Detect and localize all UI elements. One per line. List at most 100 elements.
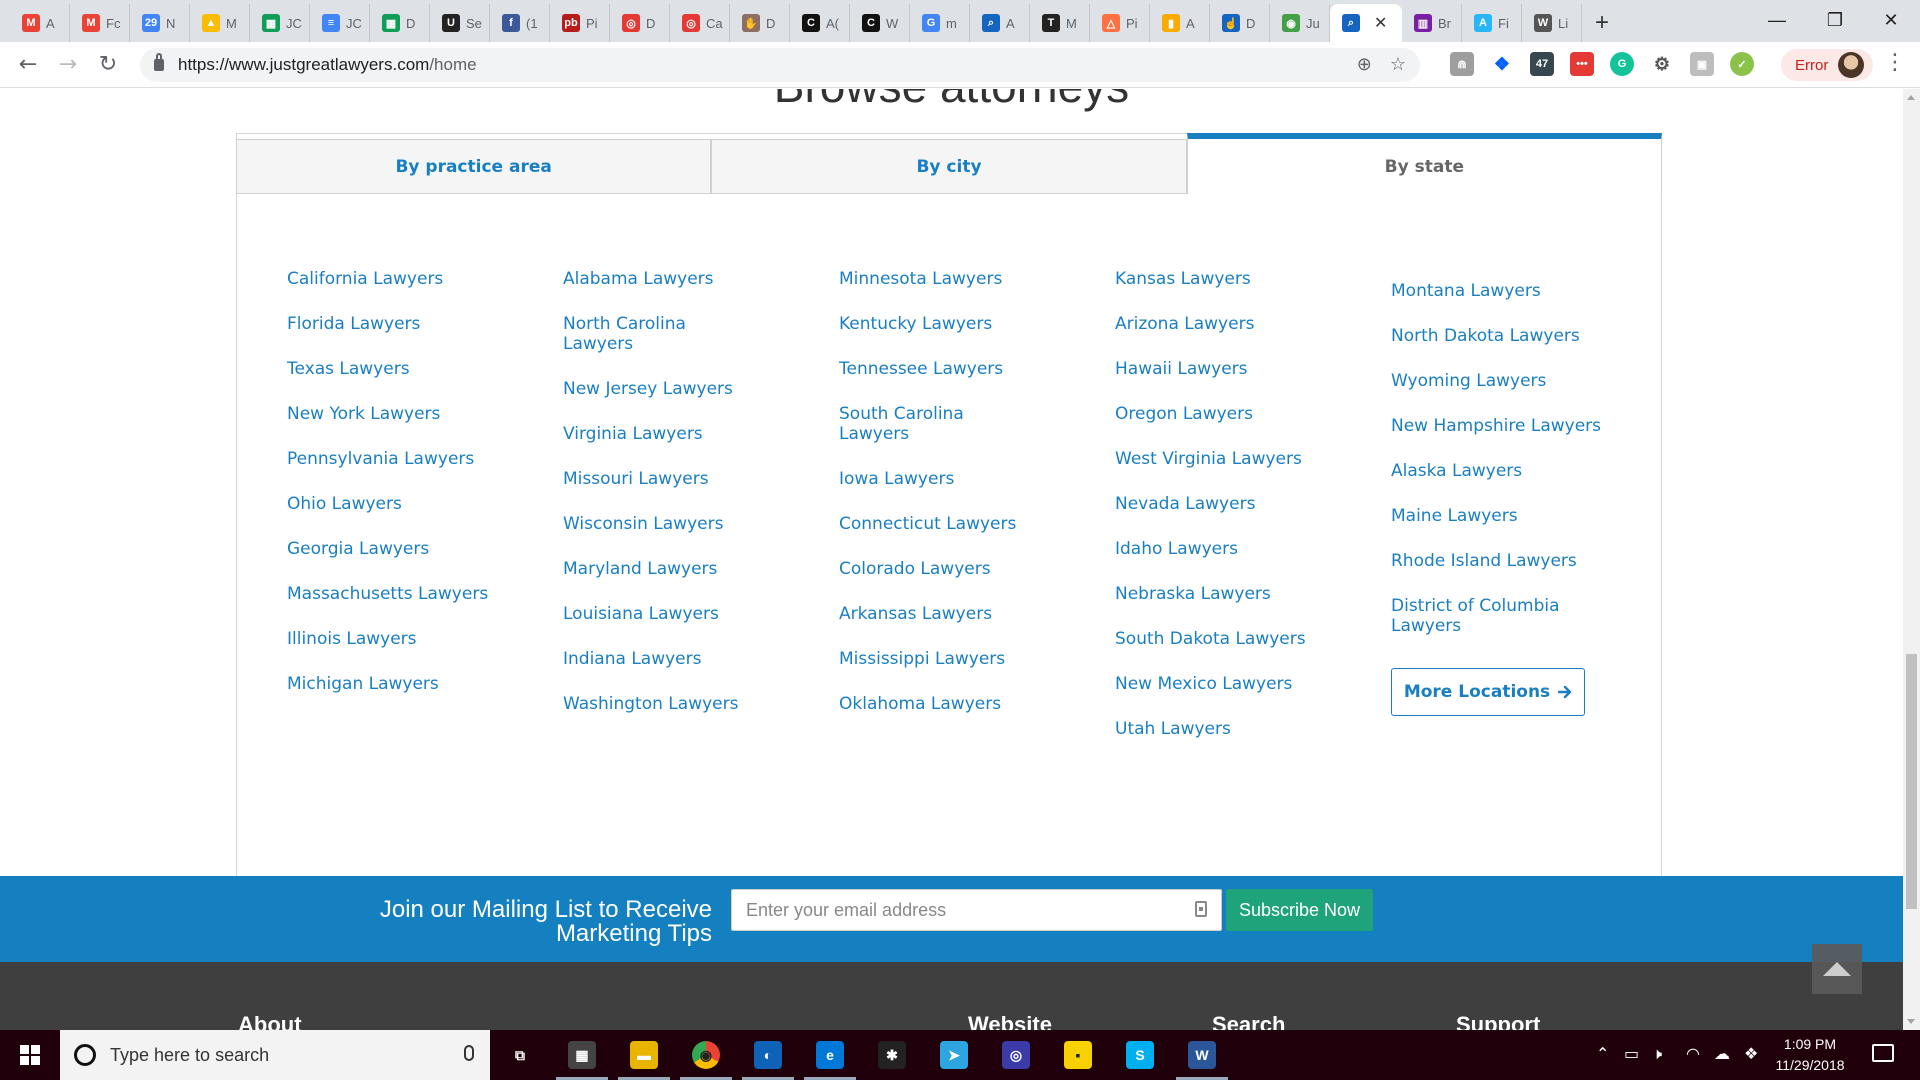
reload-button[interactable]: ↻ bbox=[88, 45, 128, 85]
browser-tab[interactable]: ▥ Br bbox=[1402, 4, 1462, 42]
state-link[interactable]: Pennsylvania Lawyers bbox=[287, 449, 527, 469]
extension-icon[interactable]: ⋒ bbox=[1450, 52, 1474, 76]
state-link[interactable]: Illinois Lawyers bbox=[287, 629, 527, 649]
close-tab-icon[interactable]: ✕ bbox=[1374, 13, 1387, 33]
state-link[interactable]: Arkansas Lawyers bbox=[839, 604, 1079, 624]
state-link[interactable]: New Hampshire Lawyers bbox=[1391, 416, 1631, 436]
state-link[interactable]: New York Lawyers bbox=[287, 404, 527, 424]
taskbar-app[interactable]: W bbox=[1172, 1030, 1232, 1080]
taskbar-app[interactable]: ◉ bbox=[676, 1030, 736, 1080]
taskbar-app[interactable]: ▦ bbox=[552, 1030, 612, 1080]
browser-tab[interactable]: U Se bbox=[430, 4, 490, 42]
new-tab-button[interactable]: + bbox=[1582, 4, 1622, 42]
onedrive-icon[interactable]: ☁ bbox=[1714, 1044, 1730, 1063]
state-link[interactable]: Maine Lawyers bbox=[1391, 506, 1631, 526]
browser-tab[interactable]: ◎ Ca bbox=[670, 4, 730, 42]
state-link[interactable]: Washington Lawyers bbox=[563, 694, 803, 714]
state-link[interactable]: North Carolina Lawyers bbox=[563, 314, 753, 354]
start-button[interactable] bbox=[0, 1030, 60, 1080]
state-link[interactable]: Wyoming Lawyers bbox=[1391, 371, 1631, 391]
browser-tab[interactable]: C A( bbox=[790, 4, 850, 42]
forward-button[interactable]: → bbox=[48, 45, 88, 85]
browser-tab[interactable]: ⌕ A bbox=[970, 4, 1030, 42]
extension-counter-icon[interactable]: 47 bbox=[1530, 52, 1554, 76]
state-link[interactable]: Rhode Island Lawyers bbox=[1391, 551, 1631, 571]
state-link[interactable]: Arizona Lawyers bbox=[1115, 314, 1355, 334]
taskbar-app[interactable]: ➤ bbox=[924, 1030, 984, 1080]
scroll-thumb[interactable] bbox=[1906, 654, 1917, 909]
page-scrollbar[interactable] bbox=[1903, 89, 1920, 1030]
state-link[interactable]: Massachusetts Lawyers bbox=[287, 584, 527, 604]
browser-tab[interactable]: ◎ D bbox=[610, 4, 670, 42]
microphone-icon[interactable] bbox=[464, 1045, 474, 1061]
browser-tab[interactable]: W Li bbox=[1522, 4, 1582, 42]
state-link[interactable]: Michigan Lawyers bbox=[287, 674, 527, 694]
browser-tab[interactable]: ✋ D bbox=[730, 4, 790, 42]
more-locations-button[interactable]: More Locations bbox=[1391, 668, 1585, 716]
state-link[interactable]: Montana Lawyers bbox=[1391, 281, 1631, 301]
browser-tab[interactable]: ◉ Ju bbox=[1270, 4, 1330, 42]
taskbar-app[interactable]: ◐ bbox=[738, 1030, 798, 1080]
state-link[interactable]: Hawaii Lawyers bbox=[1115, 359, 1355, 379]
taskbar-app[interactable]: e bbox=[800, 1030, 860, 1080]
taskbar-app[interactable]: ✱ bbox=[862, 1030, 922, 1080]
grammarly-icon[interactable]: G bbox=[1610, 52, 1634, 76]
chevron-up-icon[interactable]: ⌃ bbox=[1596, 1044, 1609, 1063]
taskbar-search-box[interactable]: Type here to search bbox=[60, 1030, 490, 1080]
state-link[interactable]: California Lawyers bbox=[287, 269, 527, 289]
taskbar-app[interactable]: ◎ bbox=[986, 1030, 1046, 1080]
dropbox-tray-icon[interactable]: ❖ bbox=[1744, 1044, 1758, 1063]
state-link[interactable]: District of Columbia Lawyers bbox=[1391, 596, 1581, 636]
state-link[interactable]: Louisiana Lawyers bbox=[563, 604, 803, 624]
taskbar-app[interactable]: ▬ bbox=[614, 1030, 674, 1080]
extension-check-icon[interactable]: ✓ bbox=[1730, 52, 1754, 76]
state-link[interactable]: Colorado Lawyers bbox=[839, 559, 1079, 579]
close-window-button[interactable]: ✕ bbox=[1862, 0, 1920, 40]
battery-icon[interactable]: ▭ bbox=[1624, 1044, 1639, 1063]
email-input[interactable] bbox=[731, 889, 1222, 931]
subscribe-button[interactable]: Subscribe Now bbox=[1226, 889, 1373, 931]
browser-tab[interactable]: Gm bbox=[910, 4, 970, 42]
browser-tab[interactable]: ▲ M bbox=[190, 4, 250, 42]
extension-grey-icon[interactable]: ▣ bbox=[1690, 52, 1714, 76]
taskbar-app[interactable]: ⧉ bbox=[490, 1030, 550, 1080]
state-link[interactable]: Idaho Lawyers bbox=[1115, 539, 1355, 559]
browser-tab[interactable]: ≡ JC bbox=[310, 4, 370, 42]
tab-by-practice-area[interactable]: By practice area bbox=[236, 139, 712, 194]
back-button[interactable]: ← bbox=[8, 45, 48, 85]
browser-tab[interactable]: ▮ A bbox=[1150, 4, 1210, 42]
browser-tab[interactable]: MA bbox=[10, 4, 70, 42]
state-link[interactable]: Maryland Lawyers bbox=[563, 559, 803, 579]
browser-tab[interactable]: CW bbox=[850, 4, 910, 42]
browser-tab[interactable]: ▦ JC bbox=[250, 4, 310, 42]
browser-tab[interactable]: △ Pi bbox=[1090, 4, 1150, 42]
scroll-down-icon[interactable] bbox=[1907, 1019, 1915, 1024]
taskbar-clock[interactable]: 1:09 PM 11/29/2018 bbox=[1760, 1034, 1860, 1076]
state-link[interactable]: Nevada Lawyers bbox=[1115, 494, 1355, 514]
back-to-top-button[interactable] bbox=[1812, 944, 1862, 994]
state-link[interactable]: Wisconsin Lawyers bbox=[563, 514, 803, 534]
volume-icon[interactable]: 🕨 bbox=[1652, 1044, 1662, 1064]
state-link[interactable]: South Carolina Lawyers bbox=[839, 404, 1029, 444]
location-icon[interactable]: ⊕ bbox=[1357, 54, 1372, 75]
browser-tab[interactable]: M Fc bbox=[70, 4, 130, 42]
browser-tab[interactable]: ☝ D bbox=[1210, 4, 1270, 42]
extension-gear-icon[interactable]: ⚙ bbox=[1650, 52, 1674, 76]
dropbox-icon[interactable]: ❖ bbox=[1490, 52, 1514, 76]
state-link[interactable]: Kentucky Lawyers bbox=[839, 314, 1079, 334]
address-bar[interactable]: https://www.justgreatlawyers.com/home ⊕ … bbox=[140, 48, 1420, 82]
state-link[interactable]: North Dakota Lawyers bbox=[1391, 326, 1631, 346]
bookmark-star-icon[interactable]: ☆ bbox=[1390, 54, 1406, 75]
menu-kebab-icon[interactable]: ⋮ bbox=[1884, 50, 1906, 75]
browser-tab[interactable]: pb Pi bbox=[550, 4, 610, 42]
browser-tab[interactable]: ▦ D bbox=[370, 4, 430, 42]
taskbar-app[interactable]: S bbox=[1110, 1030, 1170, 1080]
state-link[interactable]: Iowa Lawyers bbox=[839, 469, 1079, 489]
tab-by-state[interactable]: By state bbox=[1186, 133, 1662, 194]
state-link[interactable]: Georgia Lawyers bbox=[287, 539, 527, 559]
browser-tab[interactable]: ⌕ ✕ bbox=[1330, 4, 1402, 42]
state-link[interactable]: Oregon Lawyers bbox=[1115, 404, 1355, 424]
browser-tab[interactable]: TM bbox=[1030, 4, 1090, 42]
state-link[interactable]: Connecticut Lawyers bbox=[839, 514, 1079, 534]
state-link[interactable]: Utah Lawyers bbox=[1115, 719, 1355, 739]
